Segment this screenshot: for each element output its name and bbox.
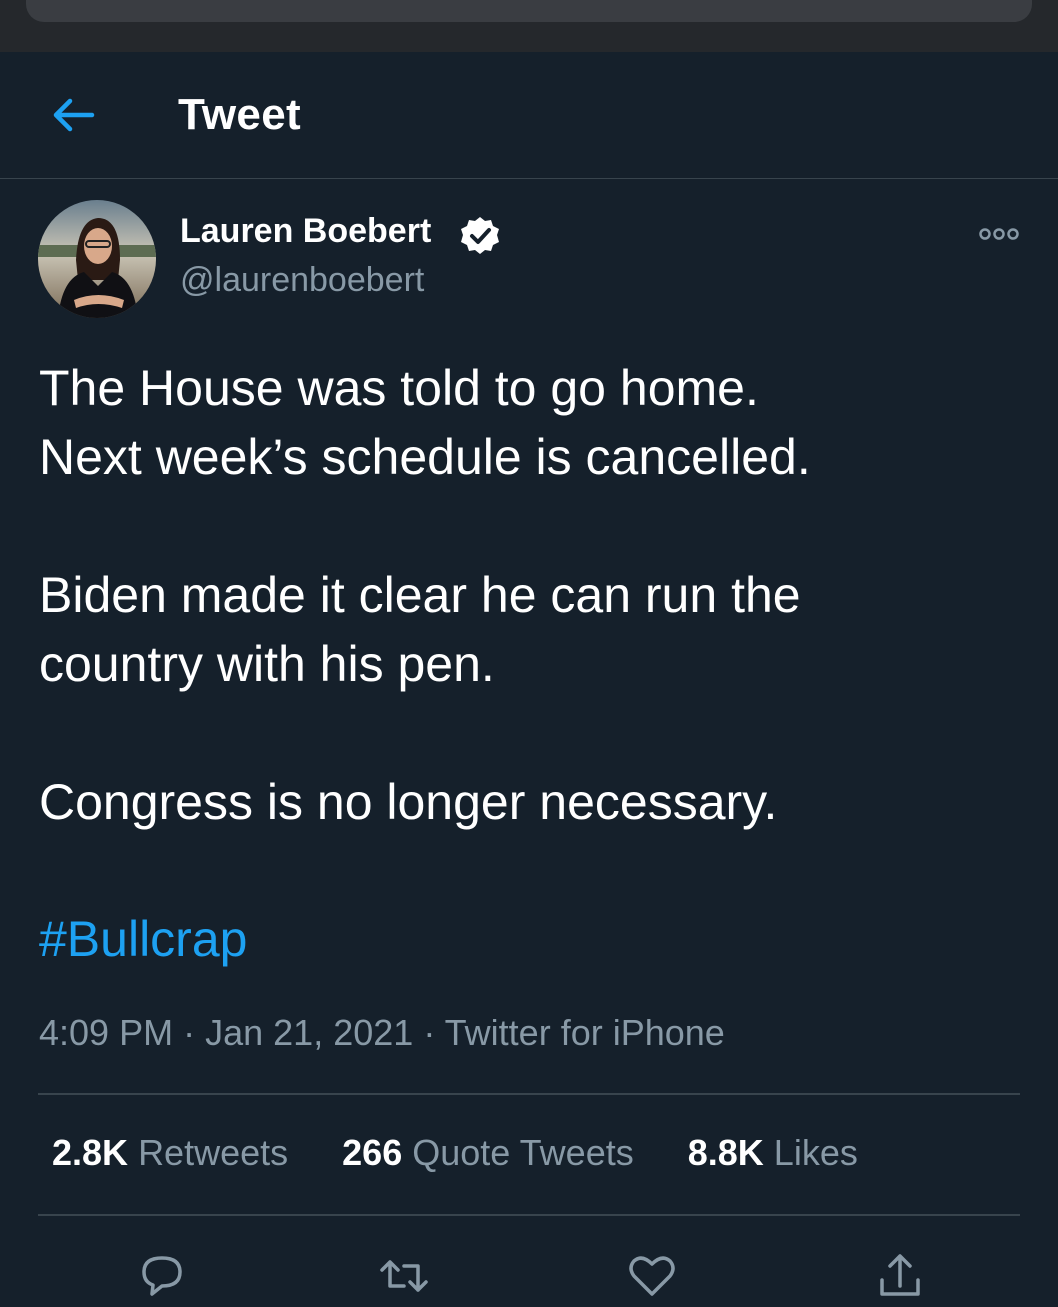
tweet-line: Next week’s schedule is cancelled. <box>39 429 811 485</box>
share-button[interactable] <box>874 1250 926 1302</box>
reply-icon <box>142 1256 182 1296</box>
page-title: Tweet <box>178 90 301 139</box>
quote-tweets-stat[interactable]: 266 Quote Tweets <box>342 1132 634 1174</box>
more-icon <box>979 228 1019 240</box>
retweet-icon <box>380 1260 428 1292</box>
tweet-meta: 4:09 PM · Jan 21, 2021 · Twitter for iPh… <box>39 1012 725 1054</box>
tweet-stats: 2.8K Retweets 266 Quote Tweets 8.8K Like… <box>52 1132 902 1174</box>
retweets-label: Retweets <box>138 1132 289 1173</box>
divider <box>38 1214 1020 1216</box>
tweet-date: Jan 21, 2021 <box>205 1012 414 1053</box>
retweets-count: 2.8K <box>52 1132 129 1173</box>
quote-tweets-label: Quote Tweets <box>412 1132 634 1173</box>
like-button[interactable] <box>626 1250 678 1302</box>
reply-button[interactable] <box>136 1250 188 1302</box>
quote-tweets-count: 266 <box>342 1132 403 1173</box>
author-handle[interactable]: @laurenboebert <box>180 261 424 300</box>
tweet-line: country with his pen. <box>39 636 495 692</box>
divider <box>38 1093 1020 1095</box>
tweet-line: The House was told to go home. <box>39 360 759 416</box>
tweet-line: Biden made it clear he can run the <box>39 567 801 623</box>
likes-label: Likes <box>773 1132 858 1173</box>
hashtag-link[interactable]: #Bullcrap <box>39 905 247 974</box>
verified-badge-icon <box>461 217 499 254</box>
back-button[interactable] <box>50 94 98 136</box>
address-bar[interactable] <box>26 0 1032 22</box>
tweet-header: Tweet <box>0 52 1058 179</box>
action-bar <box>0 1240 1058 1296</box>
likes-count: 8.8K <box>687 1132 764 1173</box>
author-display-name[interactable]: Lauren Boebert <box>180 212 431 251</box>
meta-separator: · <box>423 1012 436 1053</box>
like-icon <box>629 1256 675 1296</box>
retweets-stat[interactable]: 2.8K Retweets <box>52 1132 288 1174</box>
likes-stat[interactable]: 8.8K Likes <box>688 1132 858 1174</box>
tweet-text: The House was told to go home. Next week… <box>39 354 1039 837</box>
meta-separator: · <box>183 1012 196 1053</box>
tweet-line: Congress is no longer necessary. <box>39 774 778 830</box>
retweet-button[interactable] <box>378 1250 430 1302</box>
avatar[interactable] <box>38 200 156 318</box>
tweet-time: 4:09 PM <box>39 1012 174 1053</box>
share-icon <box>880 1254 920 1296</box>
tweet-source-link[interactable]: Twitter for iPhone <box>445 1012 725 1053</box>
more-button[interactable] <box>975 222 1023 246</box>
arrow-left-icon <box>53 98 95 132</box>
browser-bar <box>0 0 1058 52</box>
